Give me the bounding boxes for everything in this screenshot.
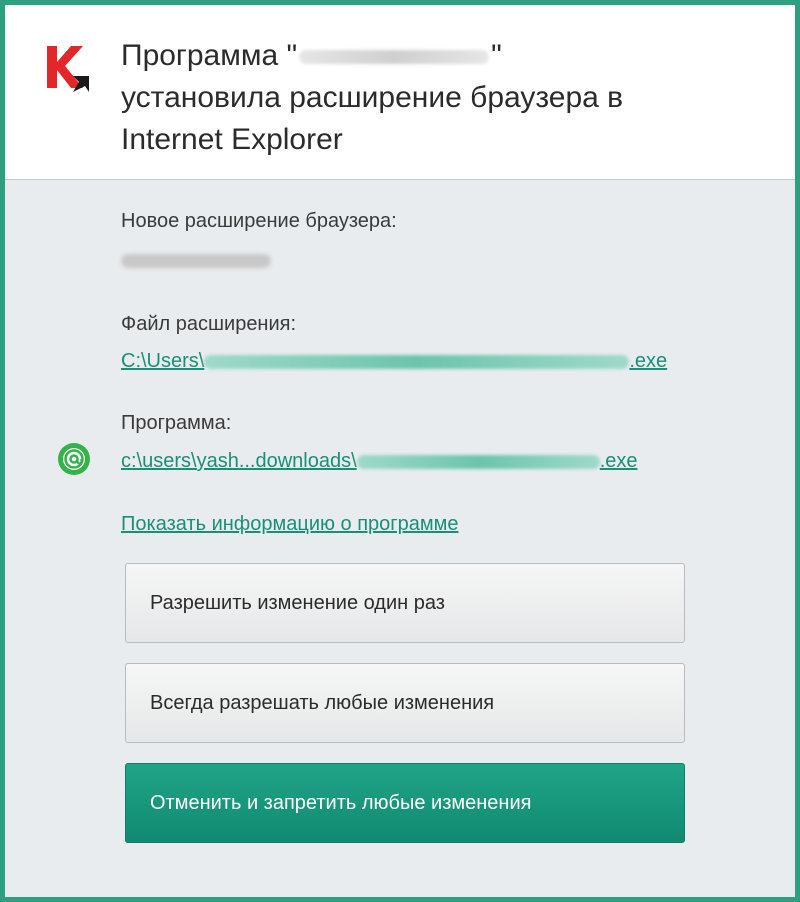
redacted-program-name bbox=[299, 50, 490, 65]
kaspersky-logo-icon bbox=[47, 46, 89, 92]
redacted-extension-path bbox=[204, 354, 630, 369]
extension-file-suffix: .exe bbox=[629, 350, 668, 372]
program-path-suffix: .exe bbox=[599, 450, 638, 472]
new-extension-label: Новое расширение браузера: bbox=[121, 210, 397, 232]
cancel-and-deny-button[interactable]: Отменить и запретить любые изменения bbox=[125, 763, 685, 843]
allow-once-button[interactable]: Разрешить изменение один раз bbox=[125, 563, 685, 643]
title-prefix: Программа " bbox=[121, 39, 298, 72]
extension-file-prefix: C:\Users\ bbox=[121, 350, 205, 372]
program-path-prefix: c:\users\yash...downloads\ bbox=[121, 450, 357, 472]
dialog-title: Программа " " установила расширение брауз… bbox=[121, 35, 761, 161]
extension-file-label: Файл расширения: bbox=[121, 313, 297, 335]
allow-always-button[interactable]: Всегда разрешать любые изменения bbox=[125, 663, 685, 743]
program-path-link[interactable]: c:\users\yash...downloads\ .exe bbox=[121, 450, 638, 473]
program-label: Программа: bbox=[121, 412, 232, 434]
title-line-2: установила расширение браузера в bbox=[121, 81, 624, 114]
program-at-icon bbox=[58, 443, 90, 475]
dialog-window: Программа " " установила расширение брауз… bbox=[0, 0, 800, 902]
redacted-extension-name bbox=[121, 254, 271, 268]
show-program-info-link[interactable]: Показать информацию о программе bbox=[121, 513, 458, 536]
extension-file-link[interactable]: C:\Users\ .exe bbox=[121, 350, 667, 373]
dialog-header: Программа " " установила расширение брауз… bbox=[5, 5, 795, 180]
redacted-program-file bbox=[356, 454, 600, 469]
title-line-3: Internet Explorer bbox=[121, 123, 343, 156]
title-suffix: " bbox=[491, 39, 502, 72]
